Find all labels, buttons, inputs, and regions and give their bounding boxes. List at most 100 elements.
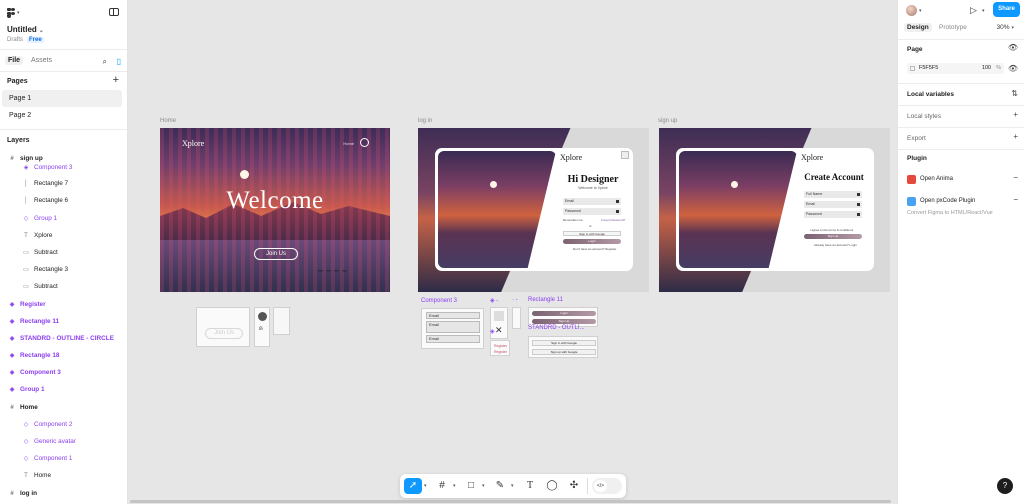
chevron-down-icon[interactable]: ▾ [982, 8, 985, 14]
layer-item[interactable]: ◈ Register [0, 296, 127, 313]
component-register-preview[interactable]: Register Register [490, 340, 510, 356]
frame-label-login[interactable]: log in [418, 118, 432, 124]
layer-item[interactable]: ◇ Generic avatar [0, 433, 127, 450]
component-3-preview[interactable]: Email Email Email [421, 308, 484, 349]
actions-icon[interactable]: ✣ [565, 478, 583, 494]
plugin-open-anima[interactable]: Open Anima [907, 175, 953, 184]
plugin-open-pxcode[interactable]: Open pxCode Plugin [907, 197, 975, 206]
dev-mode-toggle[interactable]: </> [592, 478, 622, 494]
book-icon[interactable]: ▯ [117, 57, 121, 66]
terms-checkbox[interactable]: I agree to the terms & conditions [810, 228, 853, 232]
rectangle-11-preview[interactable]: Login Sign Up [528, 307, 598, 327]
forgot-password-link[interactable]: Forgot Password? [601, 218, 625, 222]
signup-button[interactable]: Sign Up [804, 234, 862, 239]
opacity-value[interactable]: 100 [982, 63, 991, 74]
page-item-2[interactable]: Page 2 [2, 107, 122, 124]
share-button[interactable]: Share [993, 2, 1020, 17]
chevron-down-icon[interactable]: ▾ [424, 483, 427, 489]
tab-file[interactable]: File [5, 56, 24, 65]
minus-icon[interactable]: − [1013, 195, 1018, 204]
canvas[interactable]: Home Xplore Home Welcome Join Us ᨓᨓᨓᨓ lo… [128, 0, 897, 504]
chevron-down-icon[interactable]: ▾ [919, 8, 922, 14]
page-color-field[interactable]: F5F5F5 100 % [907, 63, 1004, 74]
nav-link-home[interactable]: Home [343, 141, 354, 146]
layer-item[interactable]: │ Rectangle 7 [0, 175, 127, 192]
plus-icon[interactable]: + [1013, 110, 1018, 119]
minus-icon[interactable]: − [1013, 173, 1018, 182]
local-styles-title[interactable]: Local styles [907, 113, 941, 120]
color-swatch[interactable] [910, 66, 915, 71]
chevron-down-icon[interactable]: ▾ [453, 483, 456, 489]
chevron-down-icon[interactable]: ▾ [511, 483, 514, 489]
tab-assets[interactable]: Assets [28, 56, 55, 65]
layer-item[interactable]: ◈ Component 3 [0, 164, 127, 175]
main-menu-button[interactable]: ▾ [7, 8, 20, 18]
color-hex[interactable]: F5F5F5 [919, 63, 938, 74]
layer-item[interactable]: ◈ Component 3 [0, 364, 127, 381]
layer-item[interactable]: ◇ Group 1 [0, 210, 127, 227]
layer-item[interactable]: T Home [0, 467, 127, 484]
password-field[interactable]: Password [563, 208, 621, 215]
add-page-icon[interactable]: + [113, 74, 119, 86]
google-signin-button[interactable]: Sign in with Google [563, 231, 621, 236]
layer-item[interactable]: ◇ Component 2 [0, 416, 127, 433]
rectangle-tool-icon[interactable]: □ [462, 478, 480, 494]
play-icon[interactable]: ▷ [970, 5, 977, 16]
sliders-icon[interactable]: ⇅ [1011, 89, 1018, 98]
frame-login[interactable]: Xplore Hi Designer Welcome to Xplore Ema… [418, 128, 649, 292]
component-join-us[interactable]: Join Us [196, 307, 250, 347]
layer-item[interactable]: ◇ Component 1 [0, 450, 127, 467]
layer-item[interactable]: ◈ Rectangle 11 [0, 313, 127, 330]
frame-tool-icon[interactable]: # [433, 478, 451, 494]
comment-tool-icon[interactable]: ◯ [543, 478, 561, 494]
component-generic-avatar[interactable] [273, 307, 290, 335]
export-title[interactable]: Export [907, 135, 926, 142]
join-us-button[interactable]: Join Us [254, 248, 298, 260]
frame-signup[interactable]: Xplore Create Account Full Name Email Pa… [659, 128, 890, 292]
component-avatars[interactable]: ⍝ [254, 307, 270, 347]
rectangle-11-label[interactable]: Rectangle 11 [528, 297, 563, 303]
plus-icon[interactable]: + [1013, 132, 1018, 141]
avatar[interactable] [906, 5, 917, 16]
local-variables-title[interactable]: Local variables [907, 91, 954, 98]
horizontal-scrollbar[interactable] [130, 500, 891, 503]
page-item-1[interactable]: Page 1 [2, 90, 122, 107]
layer-item[interactable]: # log in [0, 485, 127, 502]
layer-item[interactable]: ◈ Group 1 [0, 381, 127, 398]
login-prompt[interactable]: Already have an account? Login [814, 243, 857, 247]
close-icon[interactable] [621, 151, 629, 159]
layer-item[interactable]: # Home [0, 399, 127, 416]
layer-item[interactable]: │ Rectangle 6 [0, 192, 127, 209]
frame-label-home[interactable]: Home [160, 118, 176, 124]
tab-prototype[interactable]: Prototype [936, 23, 970, 32]
email-field[interactable]: Email [563, 198, 621, 205]
login-button[interactable]: Login [563, 239, 621, 244]
help-button[interactable]: ? [997, 478, 1013, 494]
frame-label-signup[interactable]: sign up [658, 118, 677, 124]
file-title[interactable]: Untitled ⌄ [7, 25, 44, 34]
layer-item[interactable]: ◈ STANDRD - OUTLINE - CIRCLE [0, 330, 127, 347]
frame-home[interactable]: Xplore Home Welcome Join Us ᨓᨓᨓᨓ [160, 128, 390, 292]
layer-item[interactable]: ▭ Subtract [0, 278, 127, 295]
layer-item[interactable]: ▭ Rectangle 3 [0, 261, 127, 278]
search-icon[interactable]: ⌕ [103, 57, 107, 67]
text-tool-icon[interactable]: T [521, 478, 539, 494]
move-tool-icon[interactable]: ➚ [404, 478, 422, 494]
tab-design[interactable]: Design [904, 23, 932, 32]
pen-tool-icon[interactable]: ✎ [491, 478, 509, 494]
full-name-field[interactable]: Full Name [804, 191, 862, 198]
eye-icon[interactable]: 👁 [1008, 64, 1018, 73]
layer-item[interactable]: T Xplore [0, 227, 127, 244]
standrd-outline-label[interactable]: STANDRD - OUTLI... [528, 325, 585, 331]
sidebar-toggle-icon[interactable] [109, 8, 119, 16]
remember-checkbox[interactable]: Remember me [563, 218, 583, 222]
zoom-dropdown[interactable]: 30% ▾ [996, 24, 1014, 31]
component-dots-preview[interactable] [512, 307, 521, 329]
google-buttons-preview[interactable]: Sign in with Google Sign up with Google [528, 336, 598, 358]
user-icon[interactable] [360, 138, 369, 147]
eye-icon[interactable]: 👁 [1008, 43, 1018, 52]
component-3-label[interactable]: Component 3 [421, 298, 457, 304]
layer-item[interactable]: ◈ Rectangle 18 [0, 347, 127, 364]
layer-item[interactable]: ▭ Subtract [0, 244, 127, 261]
password-field[interactable]: Password [804, 211, 862, 218]
